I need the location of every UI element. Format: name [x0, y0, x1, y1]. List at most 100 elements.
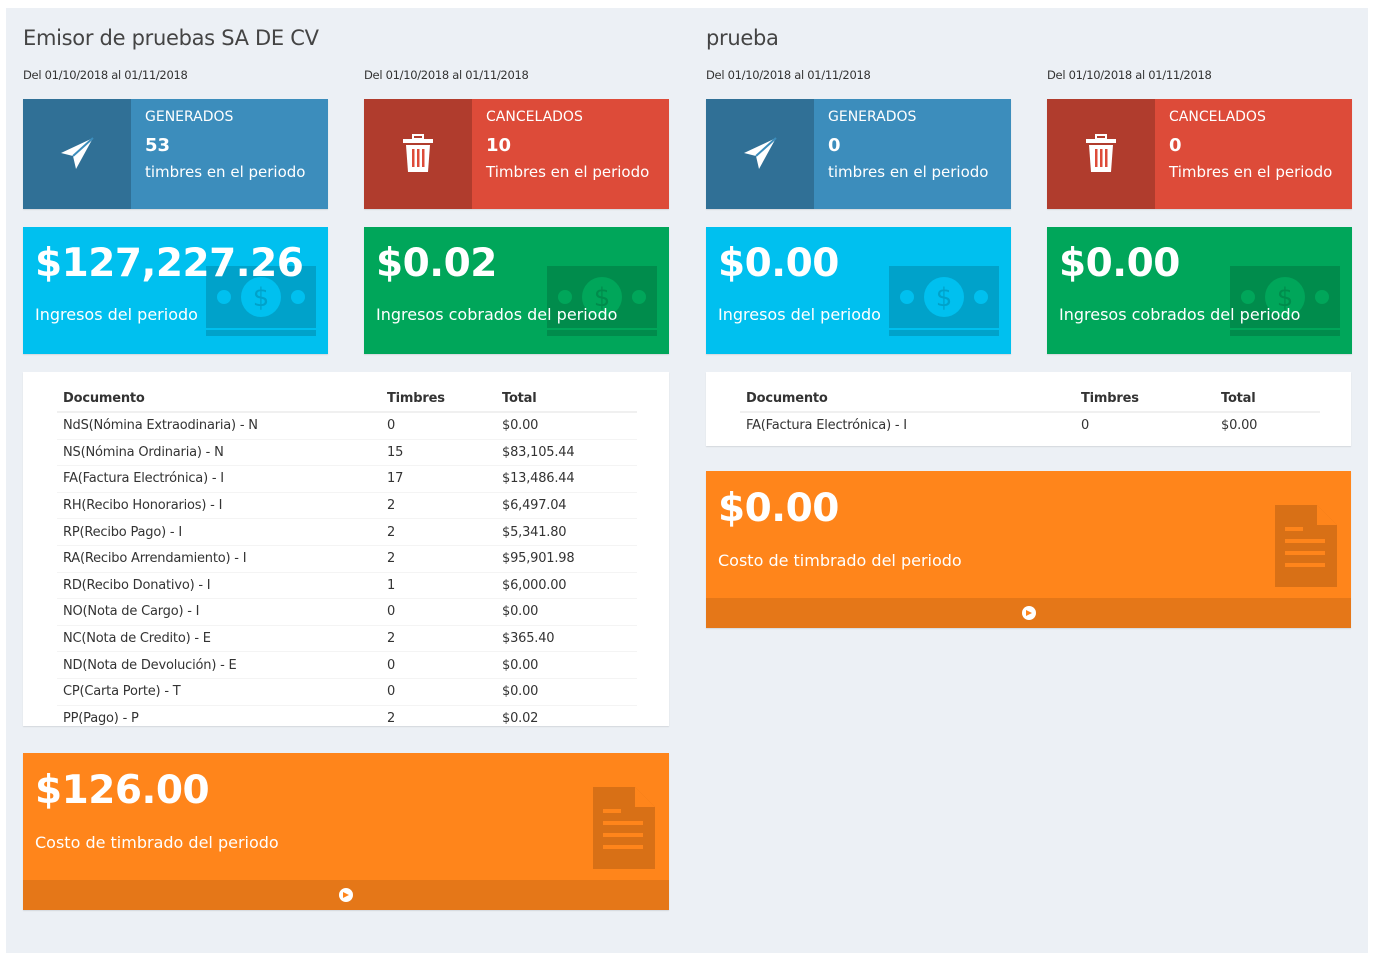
cancelados-count: 0	[1169, 135, 1182, 156]
cancelados-desc: Timbres en el periodo	[486, 163, 650, 181]
dashboard: Emisor de pruebas SA DE CV Del 01/10/201…	[6, 8, 1368, 953]
generados-desc: timbres en el periodo	[828, 163, 989, 181]
cell-total: $0.02	[496, 704, 637, 732]
costo-desc: Costo de timbrado del periodo	[718, 551, 962, 570]
document-icon	[1275, 505, 1337, 591]
cancelados-label: CANCELADOS	[1169, 109, 1266, 125]
cell-documento: NS(Nómina Ordinaria) - N	[57, 438, 381, 466]
cell-timbres: 0	[1075, 411, 1215, 439]
table-row: RP(Recibo Pago) - I 2 $5,341.80	[57, 518, 637, 546]
ingresos-value: $0.00	[718, 241, 839, 286]
cell-timbres: 2	[381, 704, 496, 732]
period-range: Del 01/10/2018 al 01/11/2018	[706, 68, 871, 82]
cell-total: $0.00	[496, 677, 637, 706]
generados-label: GENERADOS	[145, 109, 234, 125]
cobrados-box: $0.02 Ingresos cobrados del periodo $	[364, 227, 669, 354]
generados-desc: timbres en el periodo	[145, 163, 306, 181]
table-header-row: Documento Timbres Total	[740, 386, 1320, 413]
cell-timbres: 0	[381, 411, 496, 440]
cell-documento: CP(Carta Porte) - T	[57, 677, 381, 706]
cell-timbres: 2	[381, 491, 496, 519]
money-icon: $	[1230, 266, 1340, 340]
cell-documento: ND(Nota de Devolución) - E	[57, 651, 381, 679]
generados-label: GENERADOS	[828, 109, 917, 125]
table-row: NC(Nota de Credito) - E 2 $365.40	[57, 624, 637, 652]
cell-timbres: 2	[381, 544, 496, 573]
cell-timbres: 0	[381, 598, 496, 626]
svg-text:$: $	[253, 283, 270, 313]
documents-table-box: Documento Timbres Total NdS(Nómina Extra…	[23, 372, 669, 732]
cell-total: $0.00	[496, 411, 637, 440]
table-row: RH(Recibo Honorarios) - I 2 $6,497.04	[57, 491, 637, 519]
cobrados-desc: Ingresos cobrados del periodo	[1059, 305, 1301, 324]
costo-box: $0.00 Costo de timbrado del periodo	[706, 471, 1351, 628]
period-range: Del 01/10/2018 al 01/11/2018	[1047, 68, 1212, 82]
cell-documento: RD(Recibo Donativo) - I	[57, 571, 381, 599]
costo-more-info-link[interactable]	[23, 880, 669, 910]
arrow-circle-right-icon	[339, 888, 353, 902]
ingresos-box: $127,227.26 Ingresos del periodo $	[23, 227, 328, 354]
cell-documento: PP(Pago) - P	[57, 704, 381, 732]
cell-documento: FA(Factura Electrónica) - I	[740, 411, 1075, 439]
cell-total: $6,497.04	[496, 491, 637, 519]
money-icon: $	[547, 266, 657, 340]
cancelados-info-box: CANCELADOS 10 Timbres en el periodo	[364, 99, 669, 209]
table-row: FA(Factura Electrónica) - I 0 $0.00	[740, 411, 1320, 439]
cell-total: $83,105.44	[496, 438, 637, 466]
column-header-total: Total	[496, 386, 637, 413]
cell-documento: NC(Nota de Credito) - E	[57, 624, 381, 652]
table-row: RA(Recibo Arrendamiento) - I 2 $95,901.98	[57, 544, 637, 573]
cell-total: $5,341.80	[496, 518, 637, 546]
column-header-documento: Documento	[57, 386, 381, 413]
cobrados-value: $0.02	[376, 241, 497, 286]
cell-total: $0.00	[496, 651, 637, 679]
cell-total: $0.00	[1215, 411, 1320, 439]
costo-value: $126.00	[35, 768, 210, 813]
cell-total: $13,486.44	[496, 465, 637, 493]
cobrados-desc: Ingresos cobrados del periodo	[376, 305, 618, 324]
cell-timbres: 15	[381, 438, 496, 466]
cancelados-desc: Timbres en el periodo	[1169, 163, 1333, 181]
cell-timbres: 0	[381, 651, 496, 679]
generados-count: 0	[828, 135, 841, 156]
cobrados-box: $0.00 Ingresos cobrados del periodo $	[1047, 227, 1352, 354]
column-header-total: Total	[1215, 386, 1320, 413]
cell-timbres: 0	[381, 677, 496, 706]
ingresos-desc: Ingresos del periodo	[718, 305, 881, 324]
period-range: Del 01/10/2018 al 01/11/2018	[364, 68, 529, 82]
cell-documento: RP(Recibo Pago) - I	[57, 518, 381, 546]
costo-desc: Costo de timbrado del periodo	[35, 833, 279, 852]
paper-plane-icon	[706, 99, 814, 209]
ingresos-desc: Ingresos del periodo	[35, 305, 198, 324]
documents-table: Documento Timbres Total FA(Factura Elect…	[740, 386, 1320, 439]
table-row: RD(Recibo Donativo) - I 1 $6,000.00	[57, 571, 637, 599]
ingresos-box: $0.00 Ingresos del periodo $	[706, 227, 1011, 354]
svg-text:$: $	[936, 283, 953, 313]
table-row: ND(Nota de Devolución) - E 0 $0.00	[57, 651, 637, 679]
cell-documento: RA(Recibo Arrendamiento) - I	[57, 544, 381, 573]
trash-icon	[1047, 99, 1155, 209]
cell-total: $0.00	[496, 598, 637, 626]
column-header-timbres: Timbres	[1075, 386, 1215, 413]
cell-total: $365.40	[496, 624, 637, 652]
table-header-row: Documento Timbres Total	[57, 386, 637, 413]
cell-timbres: 17	[381, 465, 496, 493]
costo-more-info-link[interactable]	[706, 598, 1351, 628]
column-header-documento: Documento	[740, 386, 1075, 413]
paper-plane-icon	[23, 99, 131, 209]
costo-box: $126.00 Costo de timbrado del periodo	[23, 753, 669, 910]
money-icon: $	[889, 266, 999, 340]
emisor-title: prueba	[706, 26, 779, 50]
table-row: PP(Pago) - P 2 $0.02	[57, 704, 637, 732]
emisor-title: Emisor de pruebas SA DE CV	[23, 26, 319, 50]
generados-count: 53	[145, 135, 171, 156]
cell-timbres: 1	[381, 571, 496, 599]
trash-icon	[364, 99, 472, 209]
cell-timbres: 2	[381, 624, 496, 652]
table-row: FA(Factura Electrónica) - I 17 $13,486.44	[57, 465, 637, 493]
documents-table-box: Documento Timbres Total FA(Factura Elect…	[706, 372, 1351, 446]
cancelados-info-box: CANCELADOS 0 Timbres en el periodo	[1047, 99, 1352, 209]
cell-documento: FA(Factura Electrónica) - I	[57, 465, 381, 493]
column-header-timbres: Timbres	[381, 386, 496, 413]
cell-total: $95,901.98	[496, 544, 637, 573]
